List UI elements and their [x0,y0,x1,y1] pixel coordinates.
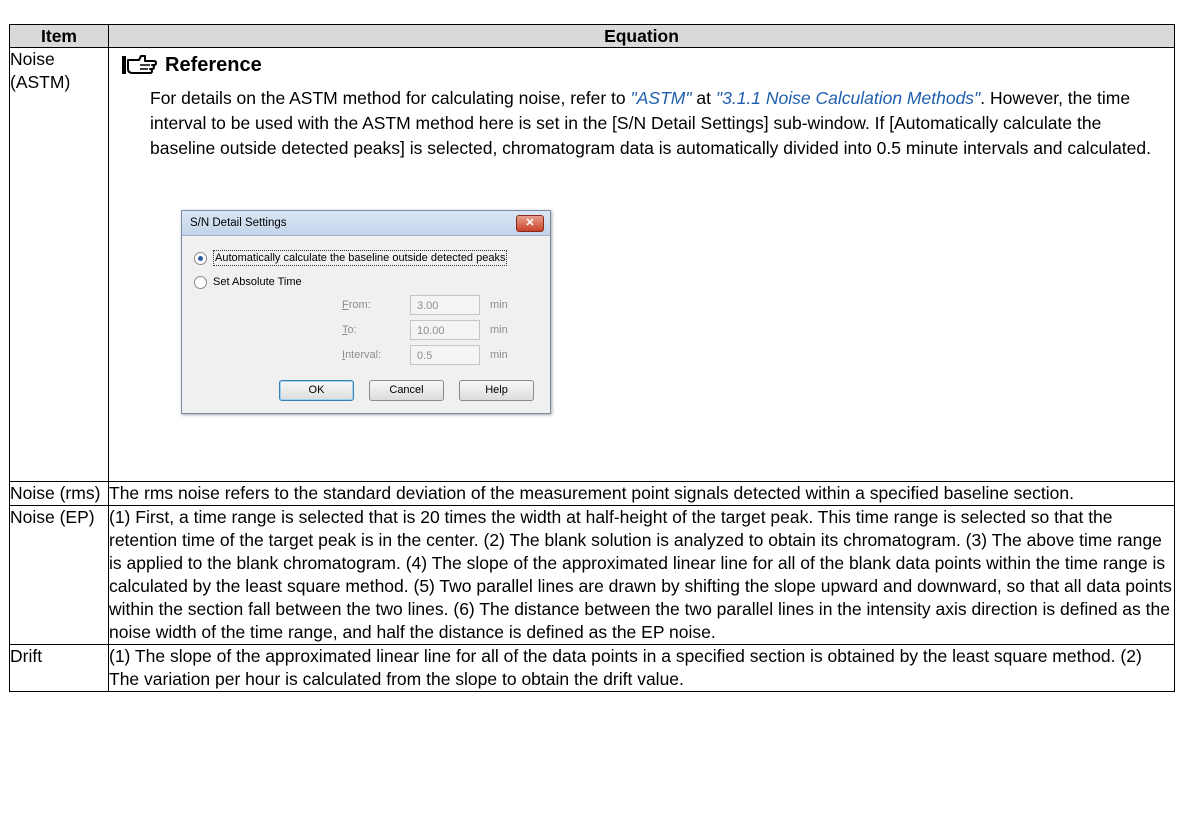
from-unit: min [490,299,508,311]
item-noise-ep: Noise (EP) [9,505,109,645]
interval-label: Interval: [342,349,382,361]
item-drift: Drift [9,644,109,692]
dialog-titlebar: S/N Detail Settings ✕ [182,211,550,236]
table-row-noise-rms: Noise (rms) The rms noise refers to the … [9,481,1175,506]
reference-title: Reference [165,53,262,76]
item-noise-rms: Noise (rms) [9,481,109,506]
from-input[interactable]: 3.00 [410,295,480,315]
cancel-button[interactable]: Cancel [369,380,444,401]
radio-button-unchecked[interactable] [194,275,207,289]
item-noise-astm: Noise (ASTM) [9,47,109,482]
table-row-noise-ep: Noise (EP) (1) First, a time range is se… [9,505,1175,645]
close-icon[interactable]: ✕ [516,215,544,232]
definitions-table: Item Equation Noise (ASTM) Reference For… [9,24,1175,692]
link-astm[interactable]: "ASTM" [631,88,692,108]
interval-field-row: Interval: 0.5 min [342,345,508,365]
interval-unit: min [490,349,508,361]
radio-absolute-time[interactable]: Set Absolute Time [194,275,302,289]
radio-auto-baseline-label[interactable]: Automatically calculate the baseline out… [213,250,508,266]
header-equation: Equation [108,24,1175,48]
equation-noise-rms: The rms noise refers to the standard dev… [108,481,1175,506]
header-item: Item [9,24,109,48]
table-header-row: Item Equation [9,24,1175,48]
equation-noise-astm: Reference For details on the ASTM method… [108,47,1175,482]
table-row-drift: Drift (1) The slope of the approximated … [9,644,1175,692]
to-field-row: To: 10.00 min [342,320,508,340]
radio-auto-baseline[interactable]: Automatically calculate the baseline out… [194,250,508,266]
body-text-1: For details on the ASTM method for calcu… [150,88,631,108]
from-label: From: [342,299,371,311]
equation-noise-ep: (1) First, a time range is selected that… [108,505,1175,645]
to-label: To: [342,324,357,336]
body-text-2: at [691,88,716,108]
reference-body: For details on the ASTM method for calcu… [150,86,1170,161]
ok-button[interactable]: OK [279,380,354,401]
link-noise-calculation-methods[interactable]: "3.1.1 Noise Calculation Methods" [716,88,980,108]
interval-input[interactable]: 0.5 [410,345,480,365]
dialog-title: S/N Detail Settings [190,217,287,229]
radio-button-checked[interactable] [194,251,207,265]
radio-absolute-time-label[interactable]: Set Absolute Time [213,275,302,289]
to-unit: min [490,324,508,336]
reference-heading: Reference [121,50,1174,80]
sn-detail-settings-dialog: S/N Detail Settings ✕ Automatically calc… [181,210,551,414]
from-field-row: From: 3.00 min [342,295,508,315]
to-input[interactable]: 10.00 [410,320,480,340]
help-button[interactable]: Help [459,380,534,401]
equation-drift: (1) The slope of the approximated linear… [108,644,1175,692]
table-row-noise-astm: Noise (ASTM) Reference For details on th… [9,47,1175,482]
pointing-hand-icon [122,55,157,74]
